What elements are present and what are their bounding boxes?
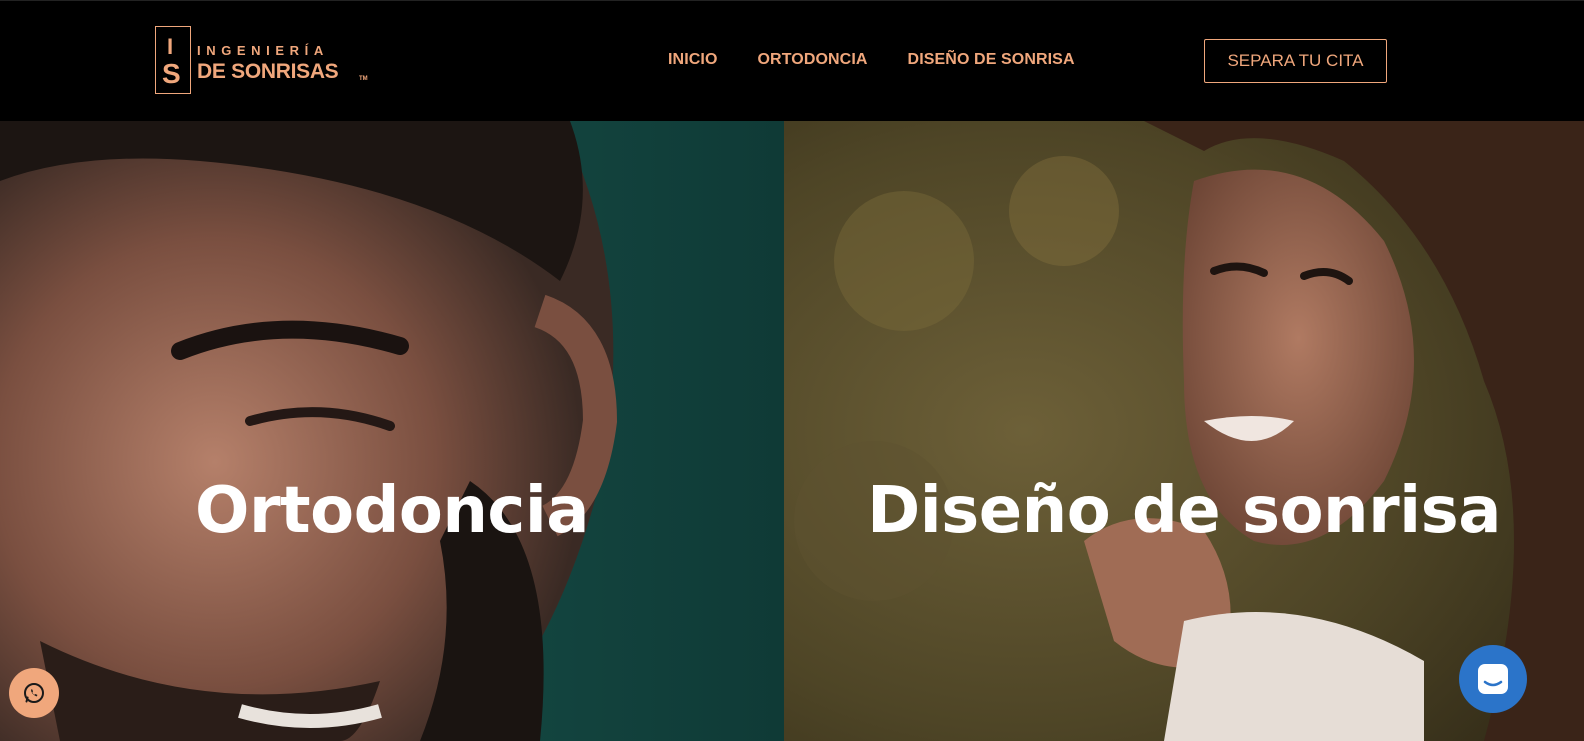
whatsapp-button[interactable] — [9, 668, 59, 718]
ortodoncia-title: Ortodoncia — [195, 474, 589, 548]
logo-text-line1: INGENIERÍA — [197, 43, 329, 58]
chat-launcher-button[interactable] — [1459, 645, 1527, 713]
chat-bubble-icon — [1478, 664, 1508, 694]
ortodoncia-panel[interactable]: Ortodoncia — [0, 121, 784, 741]
nav-item-inicio[interactable]: INICIO — [668, 51, 718, 69]
logo-mark-letter-s: S — [162, 58, 181, 89]
diseno-de-sonrisa-title: Diseño de sonrisa — [867, 474, 1501, 548]
nav-item-diseno-de-sonrisa[interactable]: DISEÑO DE SONRISA — [908, 51, 1075, 69]
smiling-man-photo — [0, 121, 784, 741]
smiling-woman-photo — [784, 121, 1584, 741]
diseno-de-sonrisa-panel[interactable]: Diseño de sonrisa — [784, 121, 1584, 741]
brand-logo[interactable]: I S INGENIERÍA DE SONRISAS TM — [155, 26, 370, 96]
logo-trademark: TM — [359, 76, 368, 82]
site-header: I S INGENIERÍA DE SONRISAS TM INICIO ORT… — [0, 0, 1584, 121]
nav-item-ortodoncia[interactable]: ORTODONCIA — [758, 51, 868, 69]
logo-text-line2: DE SONRISAS — [197, 60, 339, 83]
whatsapp-icon — [24, 683, 44, 703]
main-nav: INICIO ORTODONCIA DISEÑO DE SONRISA — [668, 51, 1075, 69]
logo-mark-letter-i: I — [167, 34, 174, 59]
book-appointment-button[interactable]: SEPARA TU CITA — [1204, 39, 1387, 83]
